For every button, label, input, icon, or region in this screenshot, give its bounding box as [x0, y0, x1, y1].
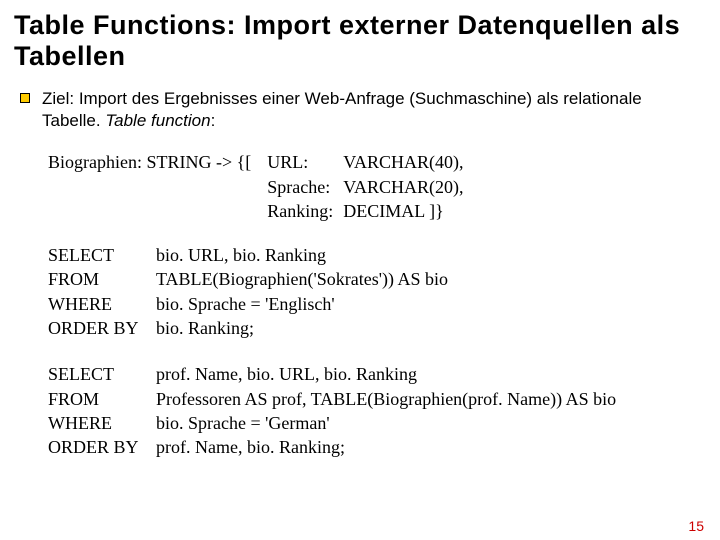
bullet-square-icon: [20, 93, 30, 103]
signature-types: VARCHAR(40), VARCHAR(20), DECIMAL ]}: [343, 150, 463, 223]
sql-block-2: SELECT prof. Name, bio. URL, bio. Rankin…: [48, 362, 702, 459]
sql-keyword-where: WHERE: [48, 292, 156, 316]
sql-clause: prof. Name, bio. Ranking;: [156, 435, 345, 459]
signature-type: VARCHAR(40),: [343, 150, 463, 174]
sql-clause: bio. Sprache = 'Englisch': [156, 292, 335, 316]
sql-keyword-from: FROM: [48, 267, 156, 291]
bullet-colon: :: [211, 111, 216, 130]
sql-row: ORDER BY prof. Name, bio. Ranking;: [48, 435, 702, 459]
signature-row: Biographien: STRING -> {[ URL: Sprache: …: [48, 150, 702, 223]
sql-row: SELECT bio. URL, bio. Ranking: [48, 243, 702, 267]
sql-row: SELECT prof. Name, bio. URL, bio. Rankin…: [48, 362, 702, 386]
sql-clause: bio. Ranking;: [156, 316, 254, 340]
sql-block-1: SELECT bio. URL, bio. Ranking FROM TABLE…: [48, 243, 702, 340]
slide-body: Ziel: Import des Ergebnisses einer Web-A…: [20, 88, 702, 459]
sql-clause: bio. URL, bio. Ranking: [156, 243, 326, 267]
slide: Table Functions: Import externer Datenqu…: [0, 0, 720, 540]
sql-row: FROM Professoren AS prof, TABLE(Biograph…: [48, 387, 702, 411]
sql-clause: Professoren AS prof, TABLE(Biographien(p…: [156, 387, 616, 411]
slide-title: Table Functions: Import externer Datenqu…: [14, 10, 702, 72]
sql-row: FROM TABLE(Biographien('Sokrates')) AS b…: [48, 267, 702, 291]
sql-row: ORDER BY bio. Ranking;: [48, 316, 702, 340]
signature-lhs: Biographien: STRING -> {[: [48, 150, 251, 174]
sql-row: WHERE bio. Sprache = 'German': [48, 411, 702, 435]
sql-keyword-select: SELECT: [48, 362, 156, 386]
signature-labels: URL: Sprache: Ranking:: [267, 150, 333, 223]
sql-keyword-orderby: ORDER BY: [48, 316, 156, 340]
bullet-text: Ziel: Import des Ergebnisses einer Web-A…: [42, 88, 702, 132]
sql-clause: bio. Sprache = 'German': [156, 411, 330, 435]
page-number: 15: [688, 518, 704, 534]
sql-keyword-where: WHERE: [48, 411, 156, 435]
sql-keyword-from: FROM: [48, 387, 156, 411]
bullet-tablefunction: Table function: [105, 111, 210, 130]
signature-label: URL:: [267, 150, 333, 174]
sql-row: WHERE bio. Sprache = 'Englisch': [48, 292, 702, 316]
sql-keyword-select: SELECT: [48, 243, 156, 267]
signature-label: Sprache:: [267, 175, 333, 199]
content-indent: Biographien: STRING -> {[ URL: Sprache: …: [48, 150, 702, 459]
signature-block: Biographien: STRING -> {[ URL: Sprache: …: [48, 150, 702, 223]
bullet-item: Ziel: Import des Ergebnisses einer Web-A…: [20, 88, 702, 132]
signature-label: Ranking:: [267, 199, 333, 223]
signature-type: VARCHAR(20),: [343, 175, 463, 199]
signature-columns: URL: Sprache: Ranking: VARCHAR(40), VARC…: [267, 150, 463, 223]
sql-clause: prof. Name, bio. URL, bio. Ranking: [156, 362, 417, 386]
sql-clause: TABLE(Biographien('Sokrates')) AS bio: [156, 267, 448, 291]
signature-type: DECIMAL ]}: [343, 199, 463, 223]
sql-keyword-orderby: ORDER BY: [48, 435, 156, 459]
